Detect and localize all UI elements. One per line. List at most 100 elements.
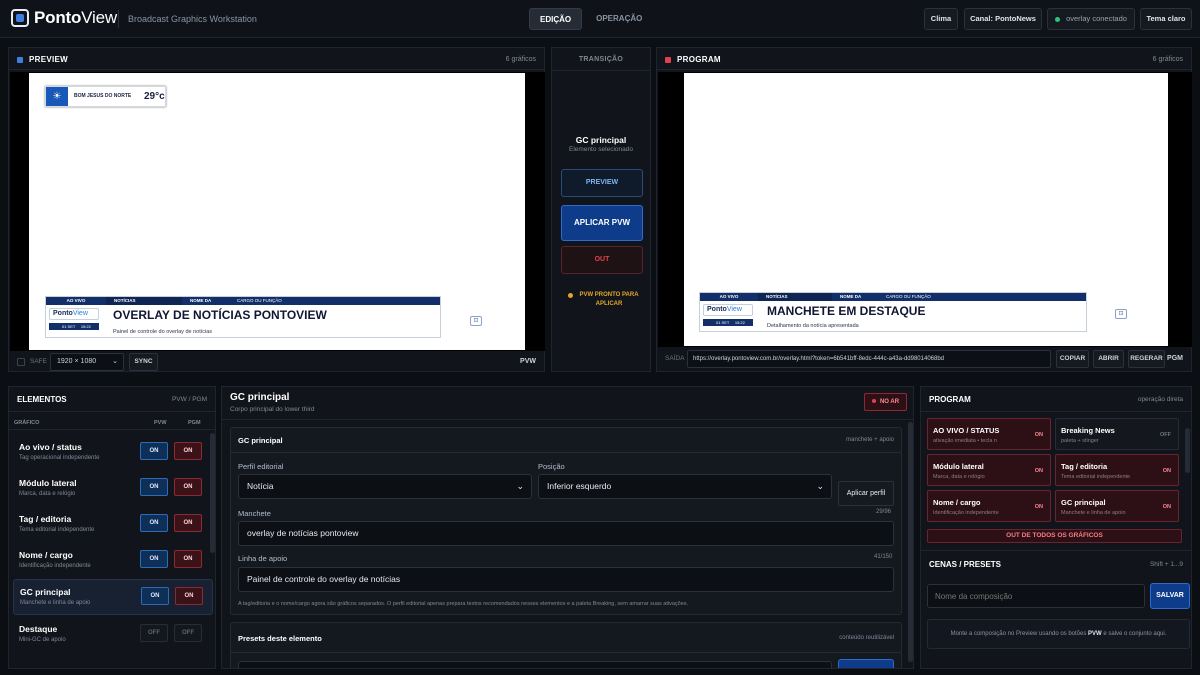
program-tile[interactable]: Breaking News paleta + stinger OFF [1055,418,1179,450]
elements-scrollbar[interactable] [210,433,215,553]
element-row[interactable]: Ao vivo / status Tag operacional independ… [13,435,213,471]
editor-scrollbar[interactable] [908,422,913,662]
program-tile[interactable]: Tag / editoria Tema editorial independent… [1055,454,1179,486]
app-logo-icon [11,9,29,27]
preset-save-button[interactable] [838,659,894,668]
program-tile[interactable]: Módulo lateral Marca, data e relógio ON [927,454,1051,486]
preset-name-input[interactable] [238,661,832,668]
col-pgm: PGM [188,420,201,426]
lower-third-bar: AO VIVO NOTÍCIAS NOME DA PESSOA CARGO OU… [700,293,1086,307]
preview-canvas[interactable]: ☀ BOM JESUS DO NORTE 29°c AO VIVO NOTÍCI… [29,73,525,350]
element-desc: Tag operacional independente [19,455,100,461]
transition-panel: TRANSIÇÃO GC principal Elemento selecion… [551,47,651,372]
presets-right: conteúdo reutilizável [839,635,894,641]
lt-person-name: NOME DA PESSOA [840,294,862,307]
pgm-toggle[interactable]: ON [174,478,202,496]
hint-bold: PVW [1088,631,1102,637]
pgm-toggle[interactable]: ON [174,442,202,460]
tile-name: Tag / editoria [1061,462,1108,471]
sync-button[interactable]: SYNC [129,353,158,371]
brand-bold: Ponto [34,8,82,27]
element-desc: Marca, data e relógio [19,491,76,497]
save-scene-button[interactable]: SALVAR [1150,583,1190,609]
profile-select[interactable]: Notícia ⌄ [238,474,532,499]
regenerate-button[interactable]: REGERAR [1128,350,1165,368]
pgm-toggle[interactable]: ON [174,550,202,568]
divider [9,429,215,430]
support-count: 41/150 [874,554,893,560]
mode-operacao-tab[interactable]: OPERAÇÃO [586,8,652,30]
pvw-toggle[interactable]: ON [140,442,168,460]
out-all-button[interactable]: OUT DE TODOS OS GRÁFICOS [927,529,1182,543]
lt-support: Painel de controle do overlay de notícia… [113,329,213,335]
on-air-text: NO AR [879,399,900,405]
channel-button[interactable]: Canal: PontoNews [964,8,1042,30]
pvw-toggle[interactable]: ON [141,587,169,605]
lt-person-role: CARGO OU FUNÇÃO [237,298,282,303]
pgm-toggle[interactable]: ON [175,587,203,605]
sun-icon: ☀ [46,87,68,106]
program-tile[interactable]: GC principal Manchete e linha de apoio ON [1055,490,1179,522]
tile-name: Módulo lateral [933,462,984,471]
program-count: 6 gráficos [1152,56,1183,63]
output-url-field[interactable]: https://overlay.pontoview.com.br/overlay… [687,350,1051,368]
element-row[interactable]: Tag / editoria Tema editorial independent… [13,507,213,543]
program-header: PROGRAM 6 gráficos [657,48,1191,70]
col-graphic: GRÁFICO [14,420,40,426]
pgm-toggle[interactable]: ON [174,514,202,532]
resolution-select[interactable]: 1920 × 1080 ⌄ [50,353,124,371]
weather-button[interactable]: Clima [924,8,958,30]
support-input[interactable]: Painel de controle do overlay de notícia… [238,567,894,592]
section-right: manchete + apoio [846,437,894,443]
pgm-toggle[interactable]: OFF [174,624,202,642]
program-side-scrollbar[interactable] [1185,428,1190,473]
element-desc: Manchete e linha de apoio [20,600,91,606]
divider [552,70,650,71]
lt-date-text: 01 SET [716,320,730,325]
tile-state: ON [1162,504,1171,510]
lt-person-name: NOME DA PESSOA [190,298,212,311]
apply-profile-button[interactable]: Aplicar perfil [838,481,894,506]
lt-side-icon: ⊡ [470,316,482,326]
lt-logo-bold: Ponto [53,310,73,317]
tile-state: ON [1162,468,1171,474]
editor-subtitle: Corpo principal do lower third [230,406,315,413]
profile-value: Notícia [247,481,274,491]
open-button[interactable]: ABRIR [1093,350,1124,368]
scenes-title: CENAS / PRESETS [929,560,1002,569]
pvw-toggle[interactable]: ON [140,478,168,496]
pvw-toggle[interactable]: OFF [140,624,168,642]
tile-state: ON [1034,432,1043,438]
presets-section: Presets deste elemento conteúdo reutiliz… [230,622,902,668]
editor-panel: GC principal Corpo principal do lower th… [221,386,914,669]
headline-input[interactable]: overlay de notícias pontoview [238,521,894,546]
mode-edicao-tab[interactable]: EDIÇÃO [529,8,583,30]
divider [231,652,901,653]
scene-name-input[interactable] [927,584,1145,608]
apply-pvw-button[interactable]: APLICAR PVW [561,205,643,241]
overlay-status-text: overlay conectado [1066,14,1127,23]
hint-pre: Monte a composição no Preview usando os … [950,631,1089,637]
theme-toggle-button[interactable]: Tema claro [1140,8,1192,30]
safe-checkbox[interactable] [17,358,25,366]
element-row[interactable]: GC principal Manchete e linha de apoio ON O… [13,579,213,615]
tile-desc: Marca, data e relógio [933,474,985,480]
element-row[interactable]: Destaque Mini-GC de apoio OFF OFF [13,617,213,653]
copy-button[interactable]: COPIAR [1056,350,1089,368]
tile-desc: Identificação independente [933,510,999,516]
element-row[interactable]: Nome / cargo Identificação independente ON… [13,543,213,579]
preview-button[interactable]: PREVIEW [561,169,643,197]
program-tile[interactable]: Nome / cargo Identificação independente ON [927,490,1051,522]
status-dot-icon [1055,16,1061,22]
program-tile[interactable]: AO VIVO / STATUS ativação imediata • tecl… [927,418,1051,450]
element-row[interactable]: Módulo lateral Marca, data e relógio ON ON [13,471,213,507]
position-select[interactable]: Inferior esquerdo ⌄ [538,474,832,499]
pvw-toggle[interactable]: ON [140,550,168,568]
top-bar: PontoView Broadcast Graphics Workstation… [0,0,1200,38]
headline-label: Manchete [238,509,271,518]
brand-light: View [81,8,117,27]
chevron-down-icon: ⌄ [816,481,824,491]
pvw-toggle[interactable]: ON [140,514,168,532]
out-button[interactable]: OUT [561,246,643,274]
pgm-label: PGM [1167,355,1183,362]
